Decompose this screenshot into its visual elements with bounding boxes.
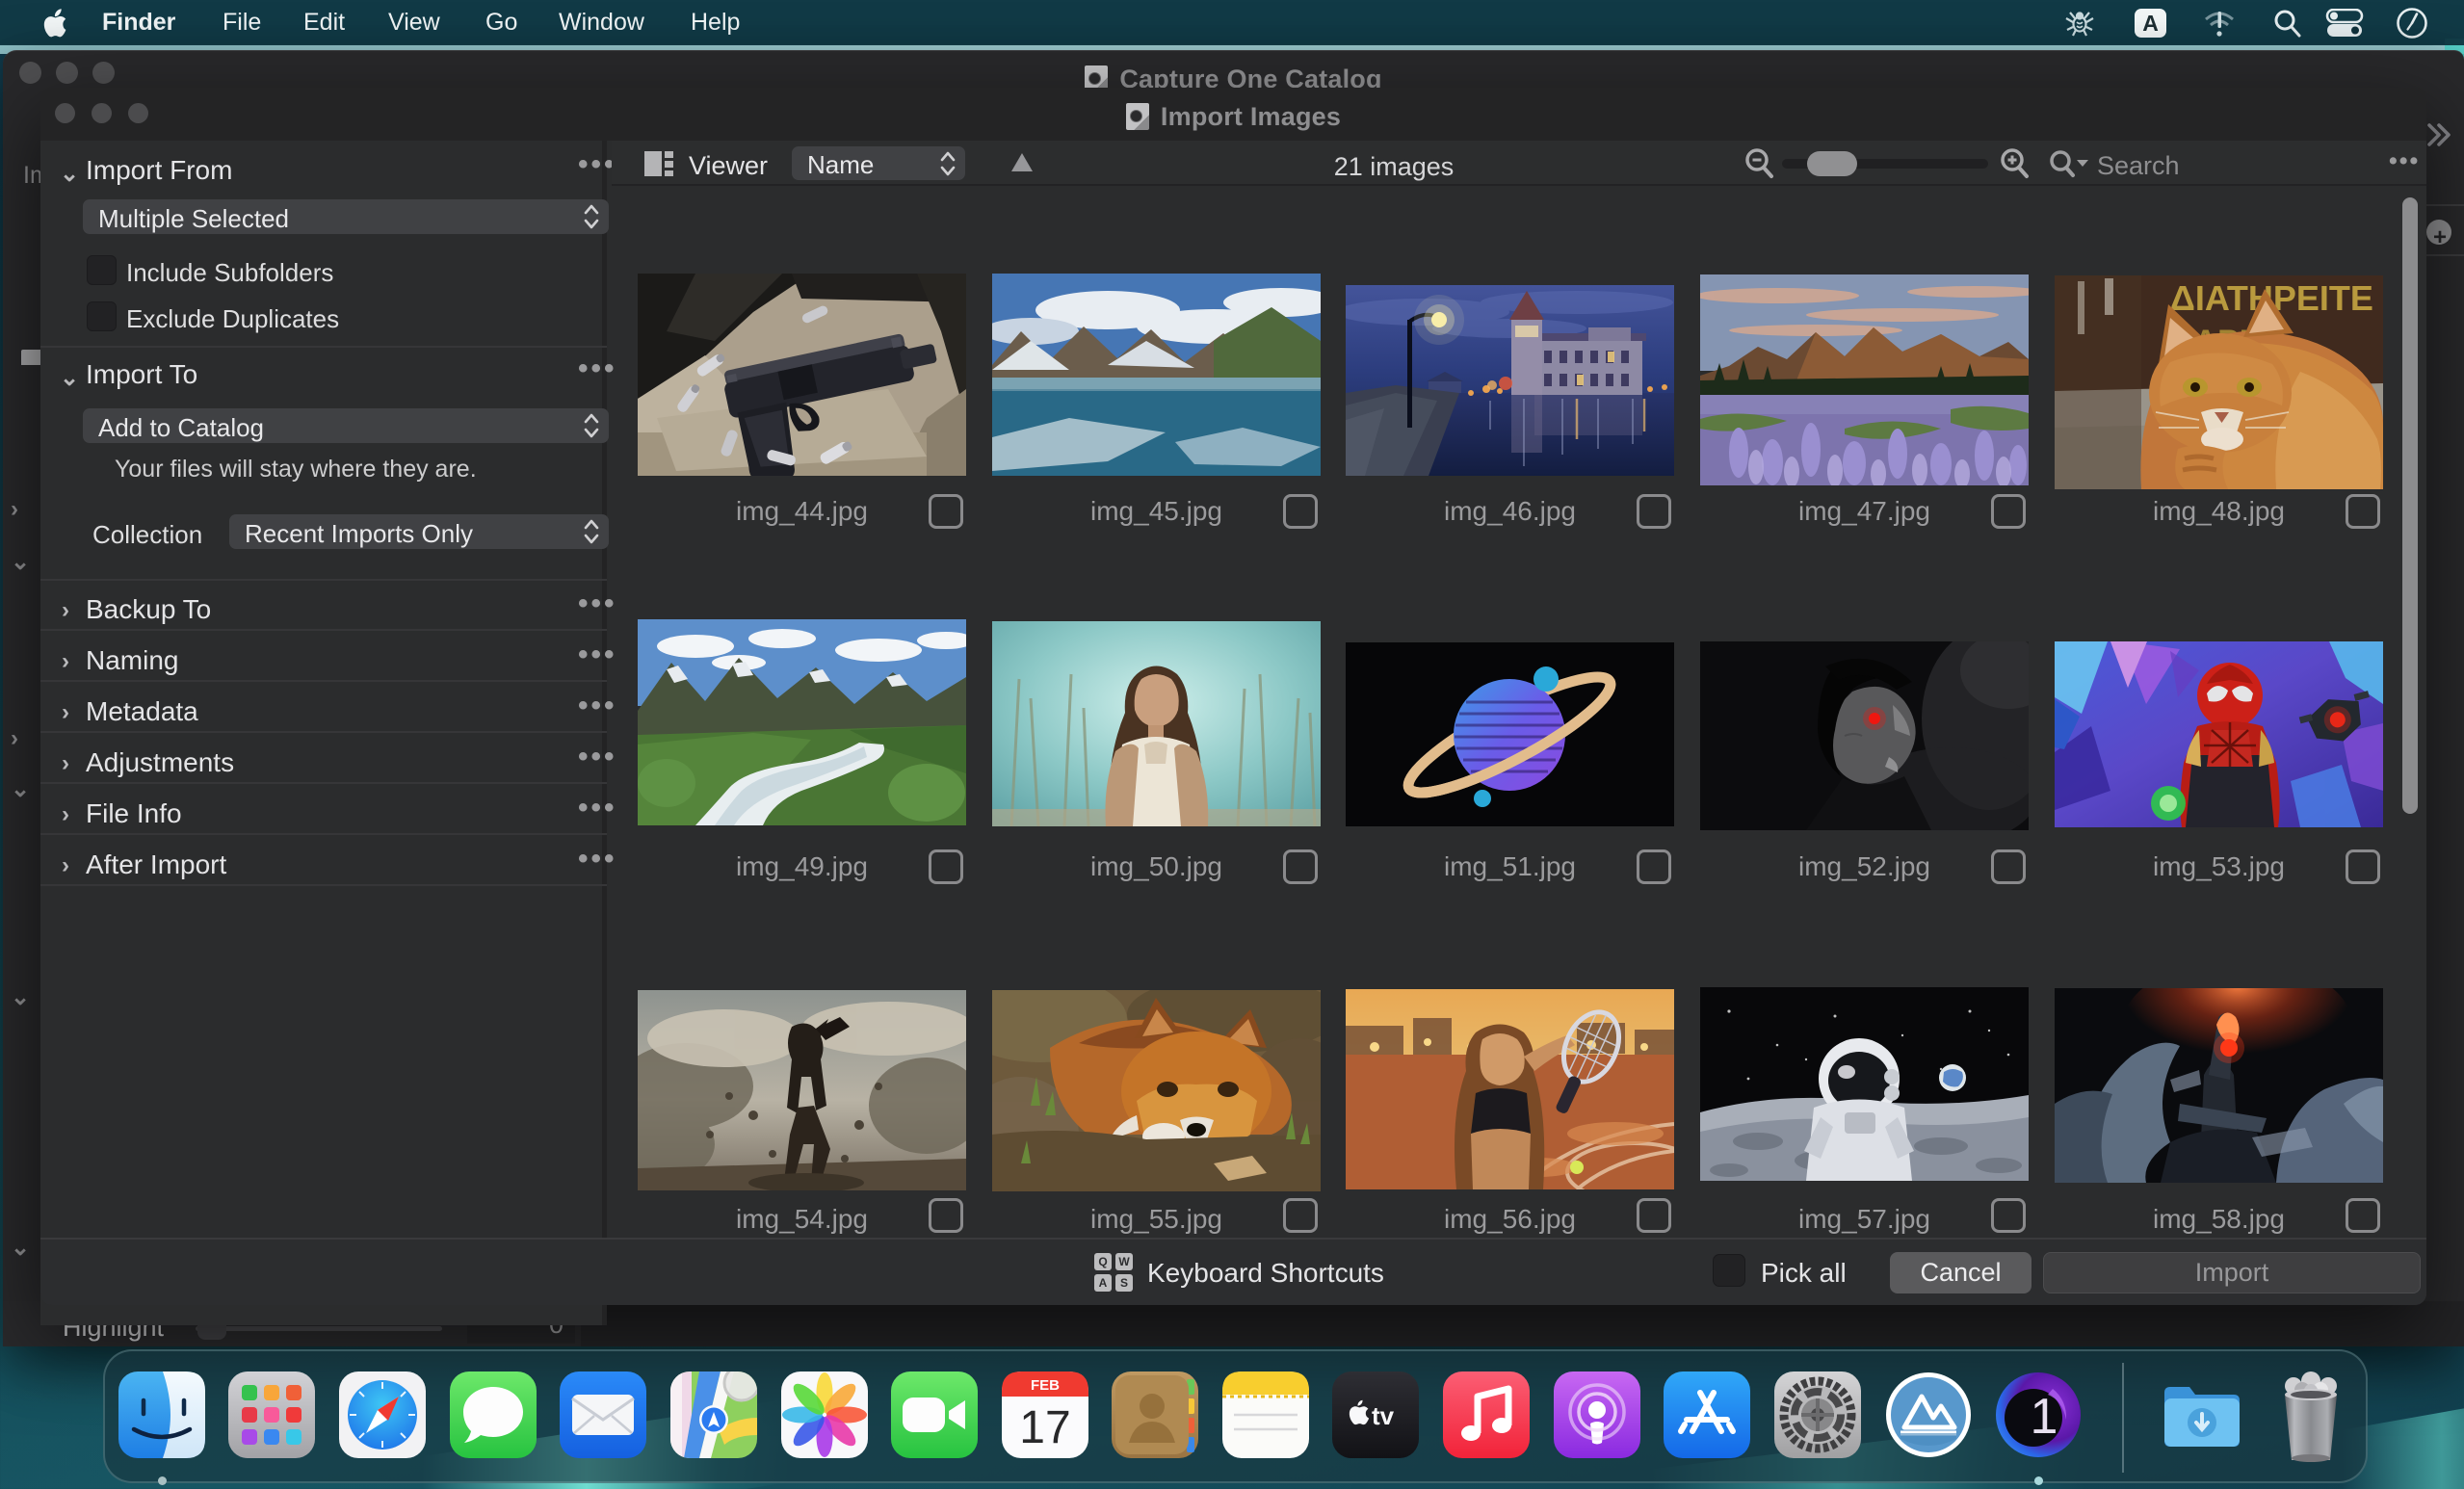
svg-text:FEB: FEB bbox=[1031, 1377, 1060, 1394]
svg-text:1: 1 bbox=[2031, 1389, 2058, 1445]
svg-text:17: 17 bbox=[1019, 1402, 1070, 1453]
svg-text:tv: tv bbox=[1372, 1401, 1395, 1430]
